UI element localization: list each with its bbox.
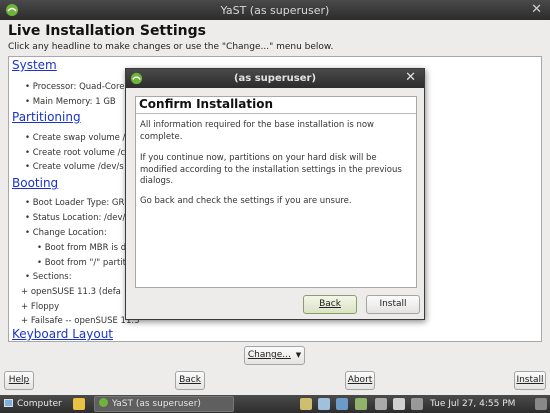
overview-item: • Boot from MBR is d: [37, 243, 127, 253]
update-icon[interactable]: [355, 398, 367, 410]
overview-item: • Main Memory: 1 GB: [25, 97, 116, 107]
change-menu-label: Change...: [247, 350, 291, 360]
dialog-heading: Confirm Installation: [139, 97, 274, 111]
taskbar-window-yast[interactable]: YaST (as superuser): [94, 396, 234, 412]
overview-item: • Boot Loader Type: GR: [25, 198, 125, 208]
computer-menu-label: Computer: [17, 399, 62, 409]
page-title: Live Installation Settings: [8, 23, 206, 39]
back-label: Back: [179, 375, 201, 385]
dialog-close-icon[interactable]: ✕: [405, 70, 416, 85]
volume-icon[interactable]: [393, 398, 405, 410]
computer-icon: [4, 399, 13, 407]
chevron-down-icon: ▼: [295, 351, 302, 359]
dialog-paragraph: Go back and check the settings if you ar…: [140, 196, 352, 206]
dialog-paragraph: If you continue now, partitions on your …: [140, 153, 402, 186]
taskbar: Computer YaST (as superuser) Tue Jul 27,…: [0, 395, 550, 413]
tray-icon[interactable]: [411, 398, 423, 410]
clock[interactable]: Tue Jul 27, 4:55 PM: [430, 395, 515, 413]
install-button[interactable]: Install: [514, 371, 546, 390]
dialog-content: Confirm Installation All information req…: [135, 96, 417, 288]
window-title: YaST (as superuser): [220, 4, 330, 17]
show-desktop-icon[interactable]: [535, 398, 547, 410]
window-titlebar: YaST (as superuser) ✕: [0, 0, 550, 20]
tray-icon[interactable]: [375, 398, 387, 410]
window-close-icon[interactable]: ✕: [531, 2, 542, 17]
section-system-link[interactable]: System: [12, 58, 57, 72]
install-label: Install: [516, 375, 544, 385]
overview-item: • Processor: Quad-Core: [25, 82, 125, 92]
abort-label: Abort: [347, 375, 373, 385]
overview-item: + openSUSE 11.3 (defa: [21, 287, 121, 297]
section-keyboard-layout-link[interactable]: Keyboard Layout: [12, 327, 113, 341]
page-subtitle: Click any headline to make changes or us…: [8, 42, 334, 52]
notes-icon[interactable]: [73, 398, 85, 410]
dialog-title: (as superuser): [233, 73, 317, 84]
dialog-titlebar: (as superuser) ✕: [126, 69, 424, 88]
overview-item: + Failsafe -- openSUSE 11.3: [21, 316, 140, 326]
section-booting-link[interactable]: Booting: [12, 176, 58, 190]
computer-menu[interactable]: Computer: [4, 395, 62, 413]
back-button[interactable]: Back: [175, 371, 205, 390]
overview-item: • Status Location: /dev/: [25, 213, 126, 223]
overview-item: • Sections:: [25, 272, 72, 282]
dialog-back-label: Back: [319, 299, 341, 309]
dialog-paragraph: All information required for the base in…: [140, 120, 374, 142]
network-icon[interactable]: [336, 398, 348, 410]
section-partitioning-link[interactable]: Partitioning: [12, 110, 81, 124]
overview-item: • Create swap volume /: [25, 133, 126, 143]
dialog-back-button[interactable]: Back: [303, 295, 357, 314]
overview-item: + Floppy: [21, 302, 60, 312]
help-button[interactable]: Help: [4, 371, 34, 390]
taskbar-window-label: YaST (as superuser): [112, 399, 201, 409]
overview-item: • Change Location:: [25, 228, 107, 238]
overview-item: • Create volume /dev/s: [25, 162, 124, 172]
dialog-install-label: Install: [379, 299, 407, 309]
overview-item: • Create root volume /c: [25, 148, 126, 158]
change-menu-button[interactable]: Change... ▼: [244, 346, 305, 365]
dialog-install-button[interactable]: Install: [366, 295, 420, 314]
divider: [136, 113, 416, 114]
abort-button[interactable]: Abort: [345, 371, 375, 390]
tray-icon[interactable]: [300, 398, 312, 410]
opensuse-logo-icon: [99, 398, 108, 407]
overview-item: • Boot from "/" partit: [37, 258, 126, 268]
help-label: Help: [8, 375, 30, 385]
tray-icon[interactable]: [318, 398, 330, 410]
confirm-installation-dialog: (as superuser) ✕ Confirm Installation Al…: [125, 68, 425, 320]
